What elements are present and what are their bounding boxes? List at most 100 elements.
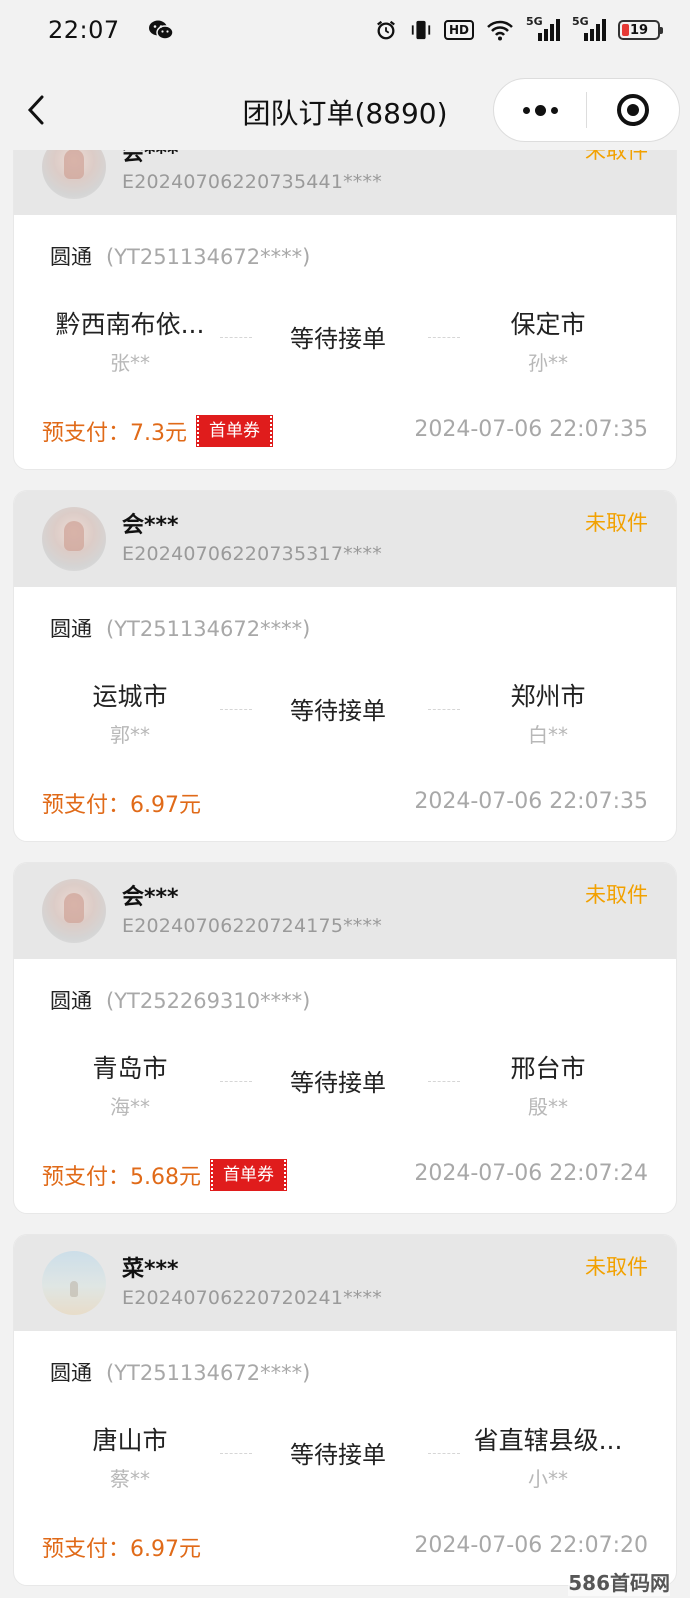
destination-city: 邢台市	[510, 1054, 586, 1083]
order-card[interactable]: 菜*** E20240706220720241**** 未取件 圆通 (YT251…	[13, 1234, 677, 1586]
battery-level: 19	[629, 22, 649, 38]
carrier-name: 圆通	[50, 1361, 92, 1385]
order-time: 2024-07-06 22:07:35	[414, 417, 648, 442]
alarm-icon	[377, 20, 395, 40]
order-card[interactable]: 会*** E20240706220735441**** 未取件 圆通 (YT251…	[13, 150, 677, 470]
order-card-header: 会*** E20240706220724175**** 未取件	[14, 863, 676, 959]
cellular-signal-1-icon: 5G	[526, 15, 560, 41]
carrier-name: 圆通	[50, 617, 92, 641]
destination: 郑州市 白**	[438, 677, 658, 748]
origin: 运城市 郭**	[20, 677, 240, 748]
order-card[interactable]: 会*** E20240706220735317**** 未取件 圆通 (YT251…	[13, 490, 677, 842]
origin-city: 黔西南布依...	[55, 310, 205, 339]
watermark: 586首码网	[568, 1567, 670, 1596]
origin-city: 运城市	[92, 682, 168, 711]
destination: 邢台市 殷**	[438, 1049, 658, 1120]
origin-city: 唐山市	[92, 1426, 168, 1455]
wifi-icon	[487, 20, 513, 41]
route-status: 等待接单	[290, 697, 386, 725]
carrier-name: 圆通	[50, 989, 92, 1013]
more-dot-icon	[550, 106, 558, 114]
user-name: 会***	[122, 150, 179, 166]
order-card-header: 会*** E20240706220735317**** 未取件	[14, 491, 676, 587]
nav-bar: 团队订单(8890)	[0, 70, 690, 150]
route-status: 等待接单	[290, 325, 386, 353]
first-order-coupon-badge: 首单券	[196, 415, 274, 447]
more-dot-icon	[534, 104, 546, 116]
status-icons: HD 5G 5G 19	[374, 15, 663, 41]
prepay-amount: 5.68元	[130, 1165, 202, 1190]
destination-city: 省直辖县级...	[473, 1426, 623, 1455]
origin: 唐山市 蔡**	[20, 1421, 240, 1492]
avatar	[42, 879, 106, 943]
cellular-signal-2-icon: 5G	[572, 15, 606, 41]
tracking-number: (YT251134672****)	[106, 245, 311, 269]
network-type-label: 5G	[572, 15, 589, 28]
order-number: E20240706220724175****	[122, 915, 382, 937]
prepay-label: 预支付：	[42, 421, 131, 446]
more-button[interactable]	[494, 79, 586, 141]
destination: 省直辖县级... 小**	[438, 1421, 658, 1492]
prepay-info: 预支付： 6.97元	[42, 1531, 201, 1563]
carrier-info: 圆通 (YT251134672****)	[50, 1357, 310, 1387]
order-status: 未取件	[585, 1255, 648, 1279]
order-time: 2024-07-06 22:07:35	[414, 789, 648, 814]
carrier-info: 圆通 (YT251134672****)	[50, 613, 310, 643]
route-status: 等待接单	[290, 1069, 386, 1097]
first-order-coupon-badge: 首单券	[210, 1159, 288, 1191]
destination-city: 保定市	[510, 310, 586, 339]
hd-voice-badge: HD	[443, 20, 474, 40]
vibrate-icon	[411, 20, 431, 40]
carrier-info: 圆通 (YT251134672****)	[50, 241, 310, 271]
wechat-icon	[148, 20, 174, 40]
order-number: E20240706220735317****	[122, 543, 382, 565]
destination: 保定市 孙**	[438, 305, 658, 376]
receiver-name: 小**	[528, 1467, 568, 1491]
order-card-header: 会*** E20240706220735441**** 未取件	[14, 150, 676, 215]
user-name: 会***	[122, 885, 179, 910]
tracking-number: (YT251134672****)	[106, 1361, 311, 1385]
prepay-label: 预支付：	[42, 1537, 131, 1562]
miniprogram-capsule	[493, 78, 680, 142]
route-status: 等待接单	[290, 1441, 386, 1469]
prepay-info: 预支付： 6.97元	[42, 787, 201, 819]
order-status: 未取件	[585, 511, 648, 535]
carrier-info: 圆通 (YT252269310****)	[50, 985, 310, 1015]
prepay-info: 预支付： 7.3元 首单券	[42, 415, 274, 447]
more-dot-icon	[522, 106, 530, 114]
carrier-name: 圆通	[50, 245, 92, 269]
close-miniprogram-button[interactable]	[587, 79, 679, 141]
target-icon	[617, 94, 649, 126]
prepay-label: 预支付：	[42, 1165, 131, 1190]
order-list[interactable]: 会*** E20240706220735441**** 未取件 圆通 (YT251…	[0, 150, 690, 1598]
status-bar: 22:07 HD 5G 5G 19	[0, 0, 690, 60]
prepay-amount: 7.3元	[130, 421, 188, 446]
network-type-label: 5G	[526, 15, 543, 28]
order-status: 未取件	[585, 883, 648, 907]
status-time: 22:07	[48, 16, 120, 44]
avatar	[42, 507, 106, 571]
receiver-name: 孙**	[528, 351, 568, 375]
order-status: 未取件	[585, 150, 648, 163]
receiver-name: 殷**	[528, 1095, 568, 1119]
origin: 青岛市 海**	[20, 1049, 240, 1120]
battery-icon: 19	[618, 20, 663, 40]
avatar	[42, 150, 106, 199]
tracking-number: (YT251134672****)	[106, 617, 311, 641]
tracking-number: (YT252269310****)	[106, 989, 311, 1013]
origin: 黔西南布依... 张**	[20, 305, 240, 376]
order-card-header: 菜*** E20240706220720241**** 未取件	[14, 1235, 676, 1331]
sender-name: 张**	[110, 351, 150, 375]
prepay-amount: 6.97元	[130, 1537, 202, 1562]
order-card[interactable]: 会*** E20240706220724175**** 未取件 圆通 (YT252…	[13, 862, 677, 1214]
sender-name: 郭**	[110, 723, 150, 747]
order-number: E20240706220735441****	[122, 171, 382, 193]
receiver-name: 白**	[528, 723, 568, 747]
order-time: 2024-07-06 22:07:20	[414, 1533, 648, 1558]
order-number: E20240706220720241****	[122, 1287, 382, 1309]
user-name: 会***	[122, 513, 179, 538]
avatar	[42, 1251, 106, 1315]
destination-city: 郑州市	[510, 682, 586, 711]
prepay-amount: 6.97元	[130, 793, 202, 818]
sender-name: 海**	[110, 1095, 150, 1119]
